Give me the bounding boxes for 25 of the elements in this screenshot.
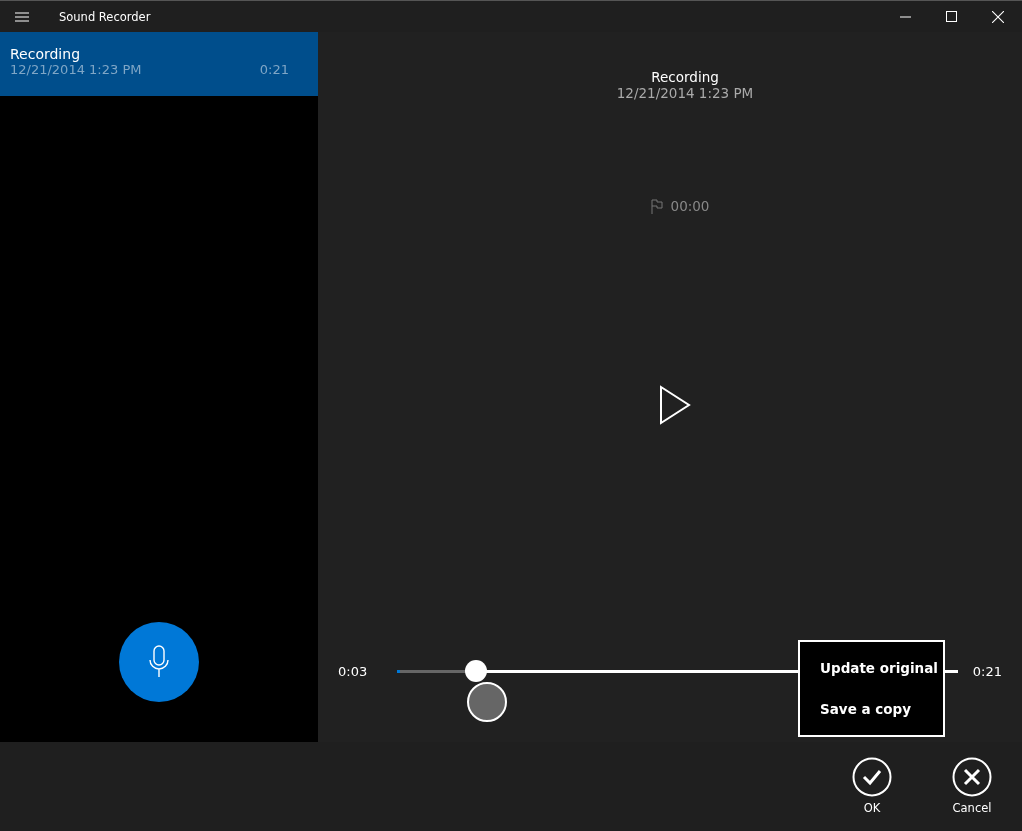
trim-handle[interactable]	[466, 682, 507, 722]
menu-icon[interactable]	[15, 11, 29, 22]
flag-icon[interactable]	[650, 198, 663, 214]
menu-item[interactable]: Save a copy	[820, 700, 943, 717]
recording-item[interactable]: Recording 12/21/2014 1:23 PM 0:21	[0, 32, 318, 96]
start-time: 0:03	[338, 663, 368, 679]
end-time: 0:21	[972, 663, 1002, 679]
play-icon[interactable]	[659, 385, 691, 425]
cancel-button[interactable]: Cancel	[937, 757, 1007, 815]
microphone-icon	[148, 645, 170, 679]
recording-title: Recording	[651, 69, 719, 85]
close-circle-icon	[952, 757, 992, 797]
checkmark-icon	[852, 757, 892, 797]
close-icon[interactable]	[992, 10, 1004, 23]
menu-item[interactable]: Update original	[820, 660, 943, 677]
ok-button[interactable]: OK	[837, 757, 907, 815]
marker-time: 00:00	[670, 198, 710, 214]
start-marker	[397, 670, 401, 673]
recording-name: Recording	[10, 46, 82, 62]
slider-thumb[interactable]	[464, 660, 487, 682]
recording-duration: 0:21	[259, 62, 289, 77]
recording-date: 12/21/2014 1:23 PM	[616, 85, 754, 101]
window-title: Sound Recorder	[59, 9, 151, 24]
recording-date: 12/21/2014 1:23 PM	[10, 62, 142, 77]
maximize-icon[interactable]	[946, 11, 957, 22]
